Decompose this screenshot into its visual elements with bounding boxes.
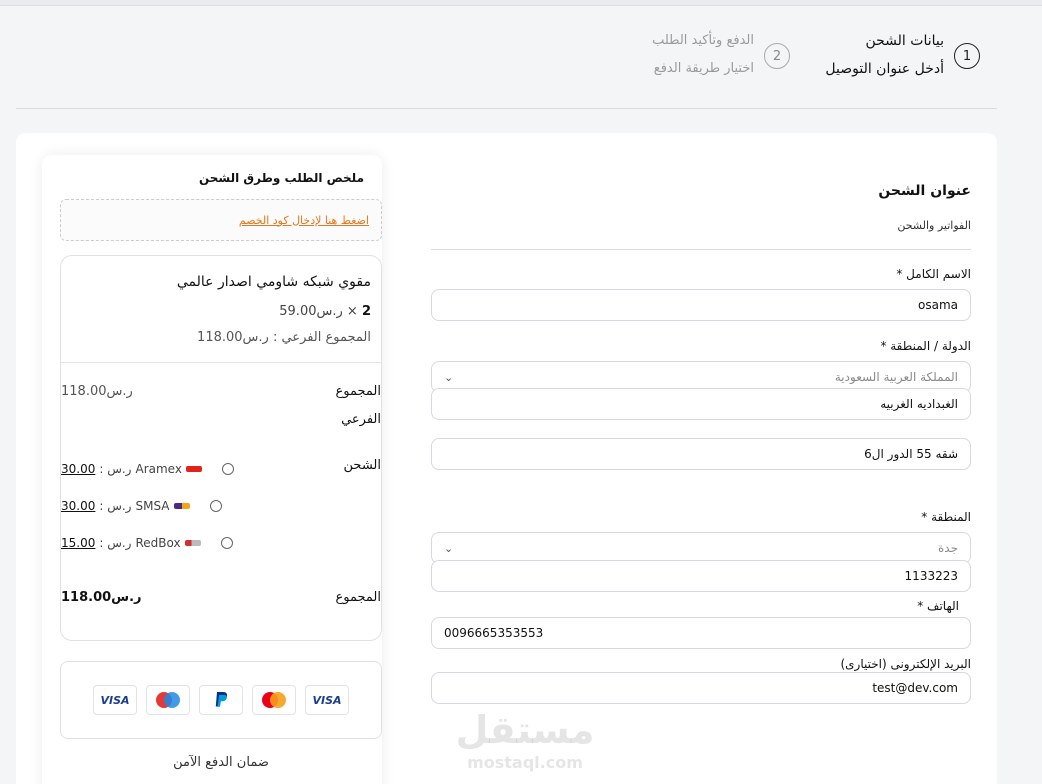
aramex-logo-icon	[185, 466, 202, 472]
step-payment[interactable]: 2 الدفع وتأكيد الطلب اختيار طريقة الدفع	[652, 27, 790, 83]
full-name-value: osama	[918, 298, 958, 312]
district-input[interactable]: الغبداديه الغربيه	[431, 388, 971, 420]
watermark-en: mostaql.com	[467, 753, 583, 772]
visa-text: VISA	[100, 693, 130, 707]
subtotal-label-line1: المجموع	[335, 384, 381, 399]
shipping-option-redbox[interactable]: 15.00 : ر.س RedBox	[61, 536, 233, 550]
form-divider	[431, 249, 971, 250]
email-input[interactable]: test@dev.com	[431, 672, 971, 704]
cart-box: مقوي شبكه شاومي اصدار عالمي 2 × ر.س59.00…	[60, 255, 382, 641]
email-value: test@dev.com	[872, 681, 958, 695]
total-label: المجموع	[335, 590, 381, 605]
step-subtitle: أدخل عنوان التوصيل	[825, 61, 944, 77]
steps-divider	[16, 108, 997, 109]
item-subtotal: المجموع الفرعي : ر.س118.00	[197, 330, 371, 345]
shipping-option-smsa[interactable]: 30.00 : ر.س SMSA	[61, 499, 222, 513]
coupon-link[interactable]: اضغط هنا لإدخال كود الخصم	[239, 214, 369, 227]
item-name: مقوي شبكه شاومي اصدار عالمي	[176, 274, 371, 290]
visa-card-icon: VISA	[93, 685, 137, 715]
smsa-logo-icon	[173, 503, 190, 509]
shipping-label: الشحن	[343, 458, 381, 473]
step-title: بيانات الشحن	[865, 33, 944, 49]
subtotal-label-line2: الفرعي	[341, 412, 381, 427]
watermark-ar: مستقل	[455, 708, 595, 752]
secure-payment-text: ضمان الدفع الآمن	[173, 755, 269, 770]
subtotal-label: المجموع الفرعي	[336, 378, 381, 434]
paypal-card-icon	[199, 685, 243, 715]
shipping-price: 30.00	[61, 462, 96, 476]
phone-value: 0096665353553	[444, 626, 544, 640]
item-price: ر.س59.00	[279, 304, 343, 319]
maestro-card-icon	[146, 685, 190, 715]
full-name-input[interactable]: osama	[431, 289, 971, 321]
form-subtitle: الفواتير والشحن	[897, 219, 971, 232]
address-input[interactable]: شقه 55 الدور ال6	[431, 438, 971, 470]
visa-text: VISA	[312, 693, 342, 707]
phone-label: الهاتف *	[917, 599, 959, 613]
redbox-logo-icon	[184, 540, 201, 546]
email-label: البريد الإلكترونى (اختيارى)	[840, 657, 971, 671]
chevron-down-icon: ⌄	[444, 370, 454, 384]
country-label: الدولة / المنطقة *	[880, 339, 971, 353]
mastercard-card-icon	[252, 685, 296, 715]
address-value: شقه 55 الدور ال6	[864, 447, 958, 461]
step-number: 2	[764, 43, 790, 69]
country-value: المملكة العربية السعودية	[834, 370, 958, 384]
qty-sep: ×	[346, 304, 358, 319]
visa-card-icon: VISA	[305, 685, 349, 715]
summary-title: ملخص الطلب وطرق الشحن	[198, 171, 364, 185]
region-label: المنطقة *	[921, 510, 971, 524]
phone-input[interactable]: 0096665353553	[431, 617, 971, 649]
postcode-value: 1133223	[904, 569, 958, 583]
shipping-name: SMSA	[135, 499, 170, 513]
shipping-price: 15.00	[61, 536, 96, 550]
total-value: ر.س118.00	[61, 590, 142, 605]
cart-divider	[61, 362, 381, 363]
item-qty: 2	[361, 304, 371, 319]
shipping-price: 30.00	[61, 499, 96, 513]
currency: : ر.س	[99, 536, 132, 550]
payment-methods: VISA VISA	[60, 661, 382, 739]
step-subtitle: اختيار طريقة الدفع	[653, 61, 754, 76]
checkout-card: عنوان الشحن الفواتير والشحن الاسم الكامل…	[16, 133, 997, 784]
step-title: الدفع وتأكيد الطلب	[652, 33, 754, 48]
browser-top-strip	[0, 0, 1042, 6]
shipping-name: Aramex	[135, 462, 182, 476]
step-shipping[interactable]: 1 بيانات الشحن أدخل عنوان التوصيل	[825, 27, 980, 83]
shipping-option-aramex[interactable]: 30.00 : ر.س Aramex	[61, 462, 234, 476]
step-number: 1	[954, 43, 980, 69]
radio-icon[interactable]	[221, 463, 234, 475]
checkout-page: 1 بيانات الشحن أدخل عنوان التوصيل 2 الدف…	[0, 7, 1024, 784]
chevron-down-icon: ⌄	[444, 541, 454, 555]
order-summary: ملخص الطلب وطرق الشحن اضغط هنا لإدخال كو…	[42, 155, 382, 784]
full-name-label: الاسم الكامل *	[896, 267, 971, 281]
currency: : ر.س	[99, 462, 132, 476]
coupon-box[interactable]: اضغط هنا لإدخال كود الخصم	[60, 199, 382, 241]
region-value: جدة	[937, 541, 958, 555]
subtotal-value: ر.س118.00	[61, 384, 133, 399]
currency: : ر.س	[99, 499, 132, 513]
postcode-input[interactable]: 1133223	[431, 560, 971, 592]
item-quantity-price: 2 × ر.س59.00	[279, 304, 371, 319]
checkout-steps: 1 بيانات الشحن أدخل عنوان التوصيل 2 الدف…	[620, 27, 980, 107]
form-title: عنوان الشحن	[878, 183, 971, 199]
district-value: الغبداديه الغربيه	[880, 397, 958, 411]
radio-icon[interactable]	[220, 537, 233, 549]
shipping-name: RedBox	[135, 536, 181, 550]
radio-icon[interactable]	[209, 500, 222, 512]
watermark-logo: مستقل mostaql.com	[455, 707, 595, 772]
